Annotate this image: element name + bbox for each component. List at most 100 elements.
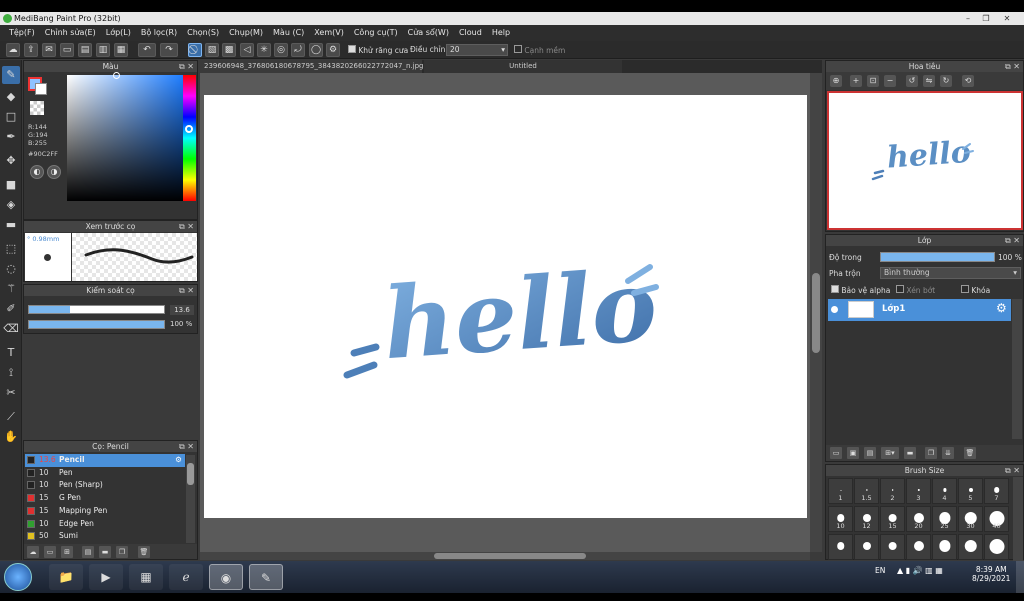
brush-size-preset[interactable]: 5 <box>958 478 983 504</box>
panel-close-icon[interactable]: ⧉ ✕ <box>179 285 194 296</box>
speech-icon[interactable]: ▭ <box>60 43 74 57</box>
menu-snap[interactable]: Chụp(M) <box>224 25 268 41</box>
clipping-checkbox[interactable] <box>896 285 904 293</box>
operation-tool-icon[interactable]: ✂ <box>2 384 20 402</box>
layer-visibility-icon[interactable] <box>831 306 838 313</box>
copy-brush-icon[interactable]: ❐ <box>116 546 128 558</box>
brush-size-preset[interactable] <box>880 534 905 560</box>
soft-edge-checkbox[interactable] <box>514 45 522 53</box>
brush-tool-icon[interactable]: ✎ <box>2 66 20 84</box>
navigator-thumbnail[interactable]: hello <box>827 91 1023 230</box>
transparent-color-swatch[interactable] <box>30 101 44 115</box>
brush-size-slider[interactable] <box>28 305 165 314</box>
select-tool-icon[interactable]: ⬚ <box>2 240 20 258</box>
brush-list-item[interactable]: 10 Pen (Sharp) <box>25 479 185 492</box>
palette-icon[interactable]: ◐ <box>30 165 44 179</box>
media-player-icon[interactable]: ▶ <box>89 564 123 590</box>
brush-list-item[interactable]: 13.6 Pencil ⚙ <box>25 454 185 467</box>
hue-slider[interactable] <box>183 75 196 201</box>
brush-list-item[interactable]: 10 Edge Pen <box>25 518 185 531</box>
zoom-actual-icon[interactable]: ⊡ <box>867 75 879 87</box>
clipping-toggle[interactable]: Xén bớt <box>896 285 935 295</box>
dot-tool-icon[interactable]: □ <box>2 108 20 126</box>
text-tool-icon[interactable]: T <box>2 344 20 362</box>
cloud-icon[interactable]: ☁ <box>6 43 20 57</box>
panel-close-icon[interactable]: ⧉ ✕ <box>179 61 194 72</box>
new-brush-icon[interactable]: ▭ <box>44 546 56 558</box>
tab-document-image[interactable]: 239606948_376806180678795_38438202660227… <box>200 60 424 83</box>
brush-size-preset[interactable] <box>932 534 957 560</box>
menu-layer[interactable]: Lớp(L) <box>101 25 136 41</box>
delete-brush-icon[interactable]: 🗑 <box>138 546 150 558</box>
internet-explorer-icon[interactable]: ℯ <box>169 564 203 590</box>
brush-list-scrollbar[interactable] <box>186 455 195 543</box>
snap-grid-icon[interactable]: ▩ <box>222 43 236 57</box>
new-layer-icon[interactable]: ▭ <box>830 447 842 459</box>
brush-size-preset[interactable]: 40 <box>984 506 1009 532</box>
canvas-vertical-scrollbar[interactable] <box>810 73 822 552</box>
blend-mode-select[interactable]: Bình thường ▾ <box>880 267 1021 279</box>
show-desktop-button[interactable] <box>1016 561 1024 593</box>
brush-size-preset[interactable]: 7 <box>984 478 1009 504</box>
canvas-vertical-scroll-thumb[interactable] <box>812 273 820 353</box>
panel-close-icon[interactable]: ⧉ ✕ <box>1005 465 1020 476</box>
add-layer-menu-icon[interactable]: ⊞▾ <box>881 447 899 459</box>
fill-tool-icon[interactable]: ◈ <box>2 196 20 214</box>
brush-size-preset[interactable] <box>854 534 879 560</box>
brush-size-preset[interactable]: 10 <box>828 506 853 532</box>
saturation-value-picker[interactable] <box>67 72 183 201</box>
language-indicator[interactable]: EN <box>875 566 885 575</box>
panel-close-icon[interactable]: ⧉ ✕ <box>179 221 194 232</box>
brush-size-preset[interactable]: 15 <box>880 506 905 532</box>
panel-close-icon[interactable]: ⧉ ✕ <box>179 441 194 452</box>
grid-icon[interactable]: ▦ <box>114 43 128 57</box>
brush-size-preset[interactable]: 30 <box>958 506 983 532</box>
rect-tool-icon[interactable]: ■ <box>2 176 20 194</box>
clock[interactable]: 8:39 AM 8/29/2021 <box>972 565 1010 583</box>
menu-edit[interactable]: Chỉnh sửa(E) <box>40 25 101 41</box>
brush-size-preset[interactable] <box>906 534 931 560</box>
brush-size-value[interactable]: 13.6 <box>170 305 194 315</box>
snap-radial-icon[interactable]: ✳ <box>257 43 271 57</box>
snap-curve-icon[interactable]: ⤾ <box>291 43 305 57</box>
start-button[interactable] <box>4 563 32 591</box>
minimize-button[interactable]: – <box>960 13 976 24</box>
background-color-swatch[interactable] <box>35 83 47 95</box>
eyedropper-tool-icon[interactable]: ⟋ <box>2 408 20 426</box>
comment-icon[interactable]: ✉ <box>42 43 56 57</box>
new-halftone-layer-icon[interactable]: ▣ <box>847 447 859 459</box>
page-icon[interactable]: ▤ <box>78 43 92 57</box>
rotate-left-icon[interactable]: ↺ <box>906 75 918 87</box>
brush-size-preset[interactable]: 3 <box>906 478 931 504</box>
layer-settings-icon[interactable]: ⚙ <box>996 301 1007 315</box>
menu-cloud[interactable]: Cloud <box>454 25 487 41</box>
brush-size-preset[interactable]: 1.5 <box>854 478 879 504</box>
brush-size-preset[interactable]: 2 <box>880 478 905 504</box>
snap-off-icon[interactable]: ⃠ <box>188 43 202 57</box>
panel-close-icon[interactable]: ⧉ ✕ <box>1005 61 1020 72</box>
brush-opacity-slider[interactable] <box>28 320 165 329</box>
canvas-horizontal-scroll-thumb[interactable] <box>434 553 586 559</box>
tray-icons[interactable]: ▲ ▮ 🔊 ▥ ▦ <box>897 566 943 575</box>
brush-size-preset[interactable]: 25 <box>932 506 957 532</box>
brush-size-preset[interactable]: 4 <box>932 478 957 504</box>
maximize-button[interactable]: ❐ <box>978 13 994 24</box>
medibang-taskbar-icon[interactable]: ✎ <box>249 564 283 590</box>
menu-color[interactable]: Màu (C) <box>268 25 309 41</box>
tab-document-untitled[interactable]: Untitled <box>424 60 622 73</box>
brush-size-preset[interactable]: 12 <box>854 506 879 532</box>
zoom-out-icon[interactable]: − <box>884 75 896 87</box>
upload-icon[interactable]: ⇪ <box>24 43 38 57</box>
layer-name[interactable]: Lớp1 <box>882 304 905 314</box>
menu-filter[interactable]: Bộ lọc(R) <box>136 25 182 41</box>
snap-vanish-icon[interactable]: ◁ <box>240 43 254 57</box>
brush-list-scroll-thumb[interactable] <box>187 463 194 485</box>
zoom-in-icon[interactable]: + <box>850 75 862 87</box>
brush-size-preset[interactable] <box>984 534 1009 560</box>
brush-size-preset[interactable] <box>828 534 853 560</box>
file-explorer-icon[interactable]: 📁 <box>49 564 83 590</box>
select-pen-tool-icon[interactable]: ✐ <box>2 300 20 318</box>
flip-icon[interactable]: ⇋ <box>923 75 935 87</box>
new-8bit-layer-icon[interactable]: ▤ <box>864 447 876 459</box>
brush-list-item[interactable]: 15 G Pen <box>25 492 185 505</box>
